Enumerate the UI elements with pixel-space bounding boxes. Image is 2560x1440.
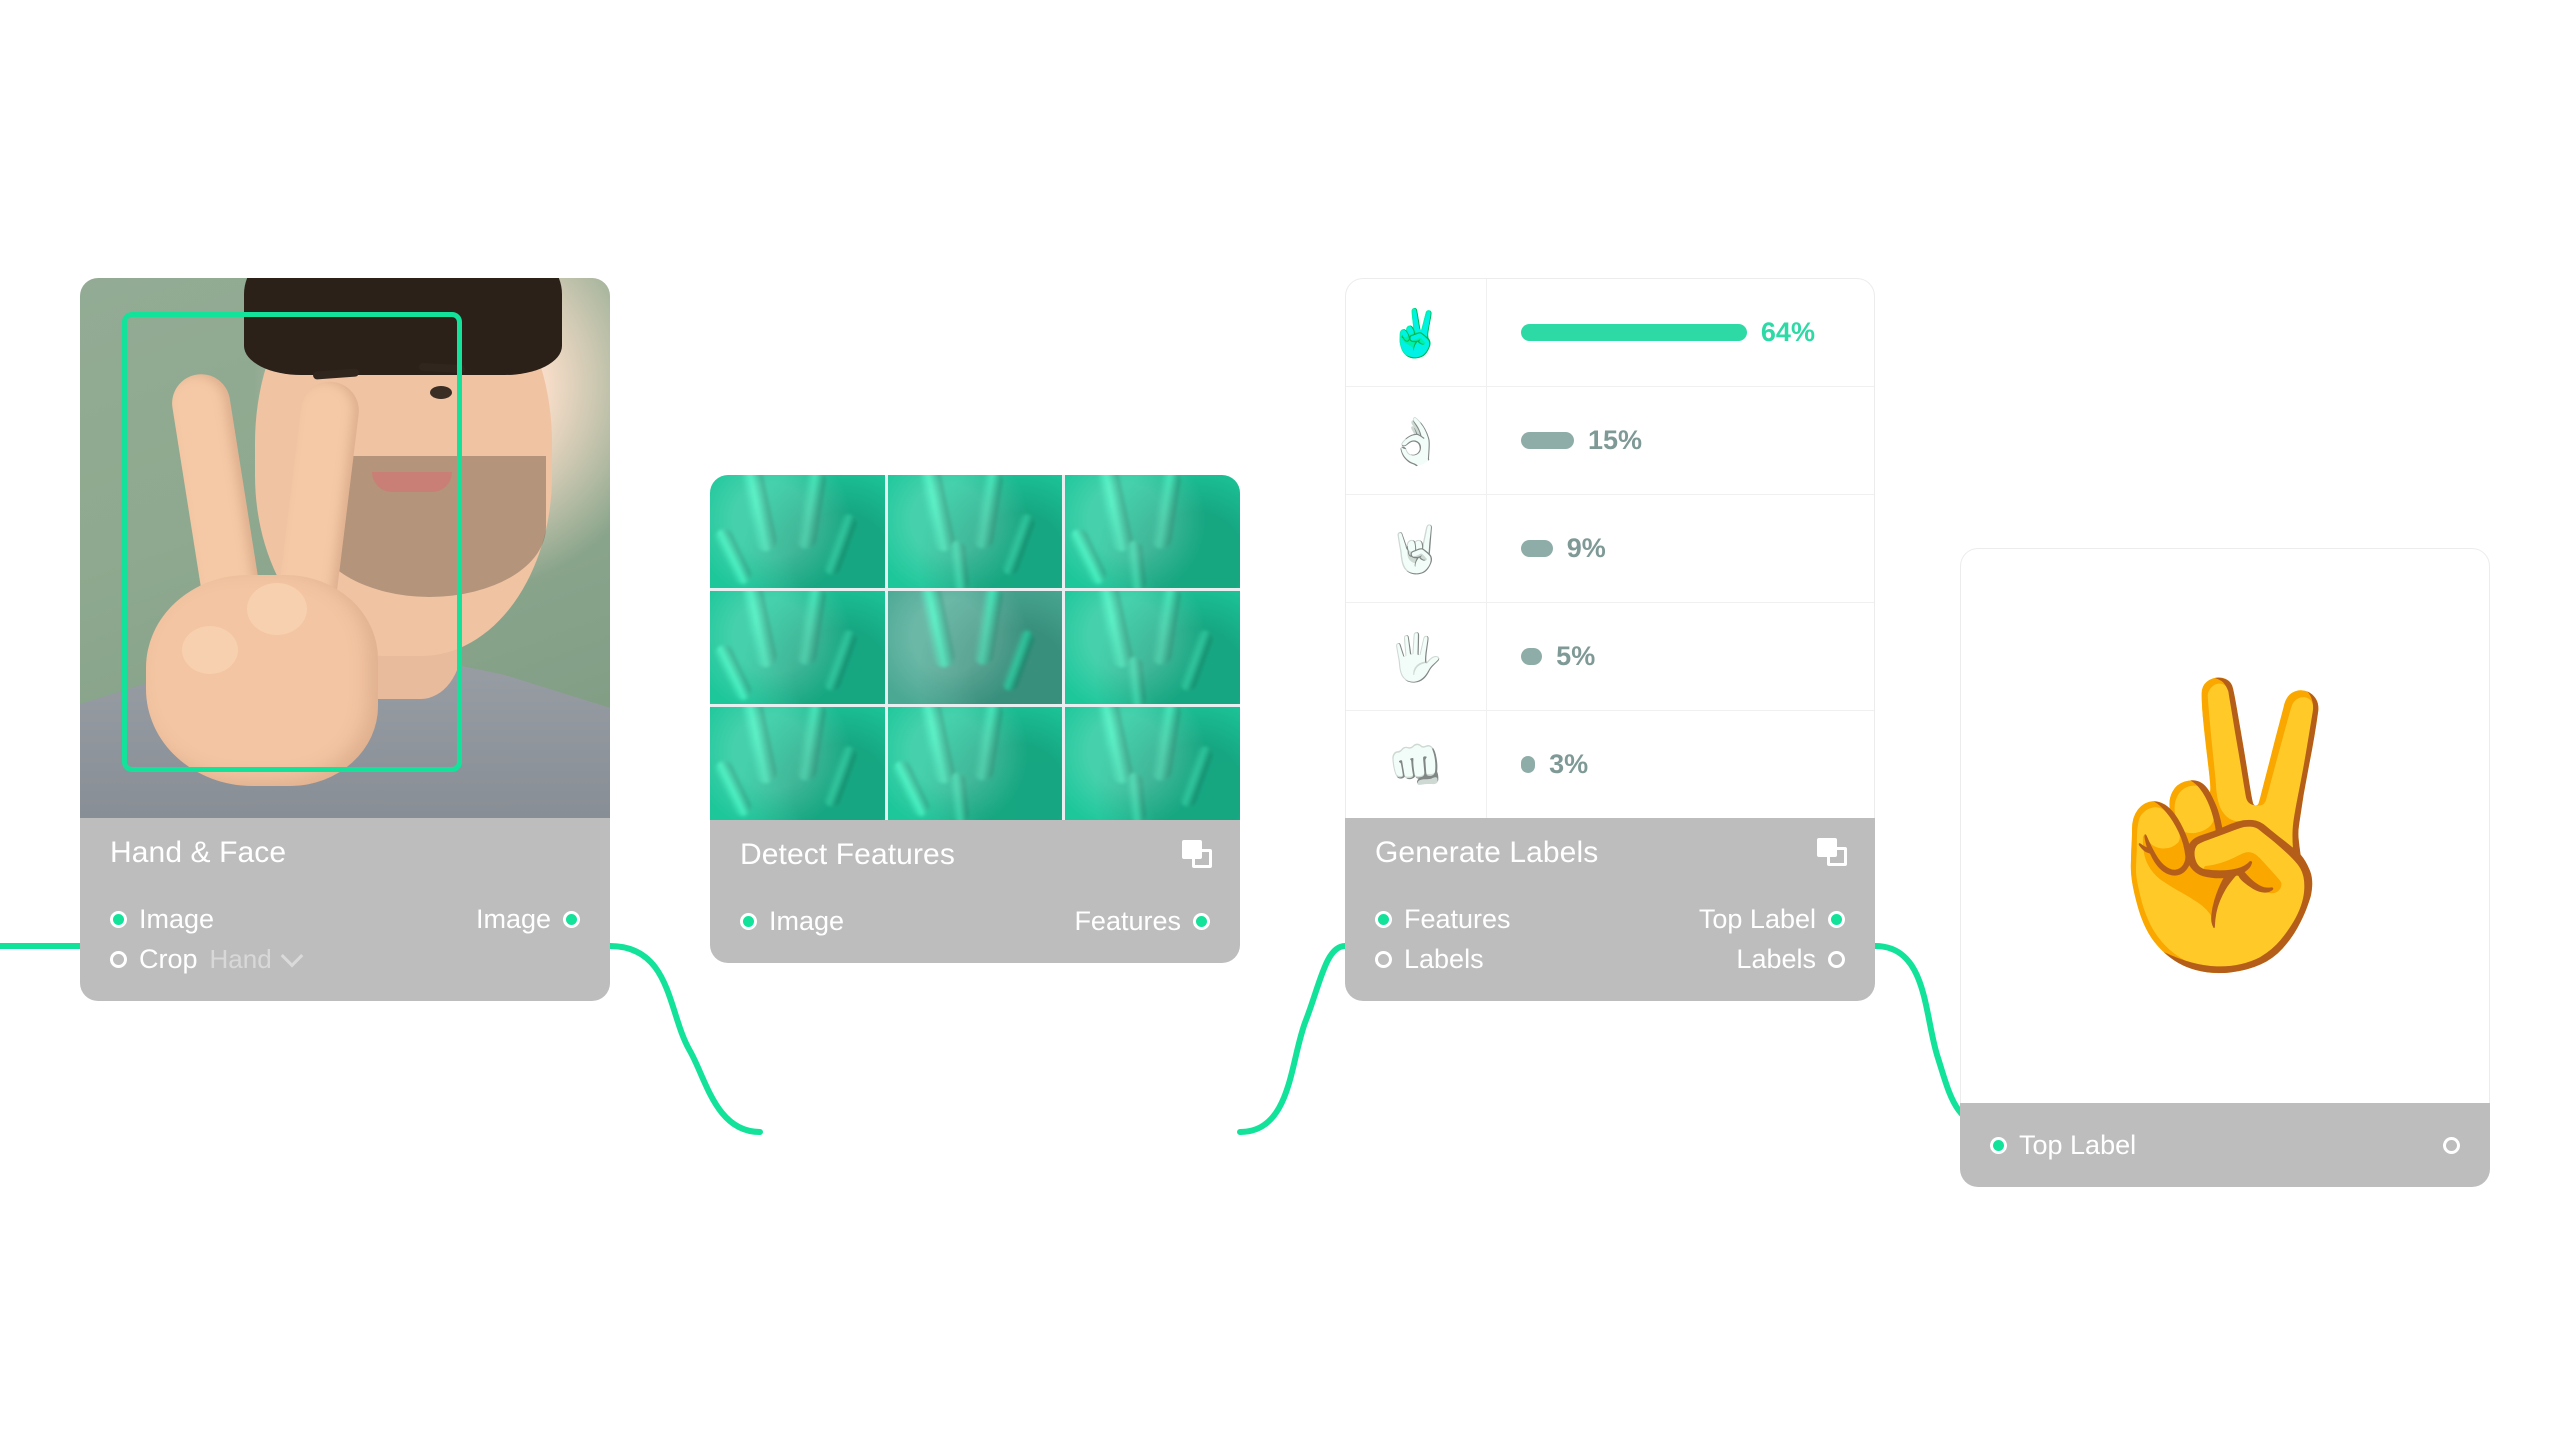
workflow-canvas: Hand & Face Image Image Crop Hand Detect… <box>0 0 2560 1440</box>
confidence-bar <box>1521 432 1574 449</box>
confidence-value: 9% <box>1566 533 1606 563</box>
confidence-bar <box>1521 648 1543 665</box>
label-emoji-cell: 👌 <box>1346 387 1487 494</box>
node-hand-face-preview <box>80 278 610 818</box>
node-top-label-footer: Top Label <box>1960 1103 2490 1187</box>
horns-hand-icon: 🤘 <box>1387 522 1445 575</box>
duplicate-icon[interactable] <box>1182 840 1212 868</box>
output-label-image: Image <box>475 903 551 934</box>
node-top-label-preview: ✌️ <box>1960 548 2490 1103</box>
node-generate-labels-preview: ✌️ 64% 👌 15% 🤘 9% 🖐️ 5% 👊 3% <box>1345 278 1875 818</box>
input-port-image[interactable] <box>110 910 127 928</box>
node-top-label[interactable]: ✌️ Top Label <box>1960 548 2490 1187</box>
feature-map-tile <box>1065 475 1240 588</box>
label-emoji-cell: 🖐️ <box>1346 603 1487 710</box>
output-label-features: Features <box>1074 905 1181 936</box>
input-port-top-label[interactable] <box>1990 1136 2007 1154</box>
confidence-value: 5% <box>1556 641 1596 671</box>
input-port-crop[interactable] <box>110 950 127 968</box>
feature-map-tile <box>1065 591 1240 704</box>
label-bar-cell: 3% <box>1487 749 1874 780</box>
result-peace-hand-icon: ✌️ <box>2056 675 2394 976</box>
label-emoji-cell: ✌️ <box>1346 279 1487 386</box>
label-emoji-cell: 👊 <box>1346 711 1487 818</box>
label-bar-cell: 9% <box>1487 533 1874 564</box>
node-hand-face[interactable]: Hand & Face Image Image Crop Hand <box>80 278 610 1001</box>
confidence-value: 3% <box>1549 749 1589 779</box>
confidence-bar <box>1521 756 1536 773</box>
feature-map-tile <box>887 707 1063 820</box>
feature-map-tile <box>710 591 885 704</box>
input-port-image[interactable] <box>740 912 757 930</box>
feature-map-grid <box>710 475 1240 820</box>
port-row-image-features: Image Features <box>740 901 1210 941</box>
feature-map-tile <box>710 475 885 588</box>
node-hand-face-title: Hand & Face <box>110 836 287 869</box>
wire-handface-to-detect <box>607 943 763 1135</box>
label-row: ✌️ 64% <box>1346 279 1874 387</box>
open-hand-icon: 🖐️ <box>1387 630 1445 683</box>
label-row: 👊 3% <box>1346 711 1874 818</box>
port-row-labels: Labels Labels <box>1375 939 1845 979</box>
input-label-top-label: Top Label <box>2019 1129 2137 1160</box>
label-row: 🤘 9% <box>1346 495 1874 603</box>
label-emoji-cell: 🤘 <box>1346 495 1487 602</box>
output-port-image[interactable] <box>563 910 580 928</box>
output-label-labels: Labels <box>1736 943 1816 974</box>
label-bar-cell: 64% <box>1487 317 1874 348</box>
feature-map-tile <box>887 475 1063 588</box>
feature-map-tile <box>887 591 1063 704</box>
confidence-value: 64% <box>1760 317 1815 347</box>
input-label-image: Image <box>769 905 845 936</box>
node-detect-features-preview <box>710 475 1240 820</box>
confidence-bar <box>1521 540 1553 557</box>
input-port-labels[interactable] <box>1375 950 1392 968</box>
node-generate-labels[interactable]: ✌️ 64% 👌 15% 🤘 9% 🖐️ 5% 👊 3% Generate La… <box>1345 278 1875 1001</box>
input-label-image: Image <box>139 903 215 934</box>
port-row-features-toplabel: Features Top Label <box>1375 899 1845 939</box>
crop-dropdown-value[interactable]: Hand <box>210 946 272 972</box>
input-label-features: Features <box>1404 903 1511 934</box>
label-bar-cell: 5% <box>1487 641 1874 672</box>
port-row-top-label: Top Label <box>1990 1125 2460 1165</box>
input-port-features[interactable] <box>1375 910 1392 928</box>
node-generate-labels-title: Generate Labels <box>1375 836 1599 869</box>
node-generate-labels-footer: Generate Labels Features Top Label Label… <box>1345 818 1875 1001</box>
input-label-crop: Crop <box>139 943 198 974</box>
node-detect-features[interactable]: Detect Features Image Features <box>710 475 1240 963</box>
label-row: 🖐️ 5% <box>1346 603 1874 711</box>
output-port-features[interactable] <box>1193 912 1210 930</box>
node-detect-features-footer: Detect Features Image Features <box>710 820 1240 963</box>
output-label-top-label: Top Label <box>1698 903 1816 934</box>
output-port-top-label[interactable] <box>1828 910 1845 928</box>
port-row-crop: Crop Hand <box>110 939 580 979</box>
confidence-value: 15% <box>1587 425 1642 455</box>
input-label-labels: Labels <box>1404 943 1484 974</box>
wire-detect-to-generate <box>1237 943 1348 1135</box>
label-ranking-list: ✌️ 64% 👌 15% 🤘 9% 🖐️ 5% 👊 3% <box>1346 279 1874 818</box>
port-row-image: Image Image <box>110 899 580 939</box>
node-detect-features-title: Detect Features <box>740 838 955 871</box>
ok-hand-icon: 👌 <box>1387 414 1445 467</box>
label-row: 👌 15% <box>1346 387 1874 495</box>
label-bar-cell: 15% <box>1487 425 1874 456</box>
output-port-labels[interactable] <box>1828 950 1845 968</box>
feature-map-tile <box>1065 707 1240 820</box>
fist-hand-icon: 👊 <box>1387 738 1445 791</box>
hand-detection-bounding-box <box>122 312 462 772</box>
output-port-result[interactable] <box>2443 1136 2460 1154</box>
node-hand-face-footer: Hand & Face Image Image Crop Hand <box>80 818 610 1001</box>
chevron-down-icon[interactable] <box>280 944 304 968</box>
duplicate-icon[interactable] <box>1817 838 1847 866</box>
peace-hand-icon: ✌️ <box>1387 306 1445 359</box>
confidence-bar <box>1521 324 1747 341</box>
feature-map-tile <box>710 707 885 820</box>
